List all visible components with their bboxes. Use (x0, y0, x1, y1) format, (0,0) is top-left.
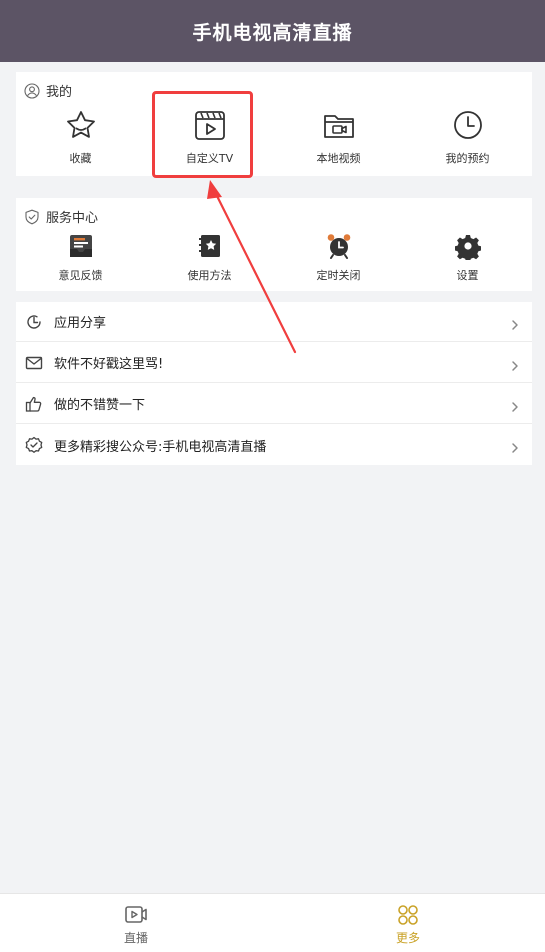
local-video-label: 本地视频 (316, 152, 361, 165)
settings-button[interactable]: 设置 (403, 232, 532, 283)
thumbs-up-icon (25, 395, 43, 413)
badge-check-icon (25, 436, 43, 454)
app-header: 手机电视高清直播 (0, 0, 545, 62)
feedback-mailbox-icon (68, 232, 94, 260)
manual-book-icon (197, 232, 223, 260)
mine-section-header: 我的 (24, 81, 72, 100)
like-row[interactable]: 做的不错赞一下 (16, 384, 532, 424)
chevron-right-icon (510, 357, 520, 371)
service-grid: 意见反馈 使用方法 定时关闭 设置 (16, 232, 532, 283)
service-section-header: 服务中心 (24, 207, 98, 226)
user-icon (24, 82, 40, 99)
tab-more-label: 更多 (395, 931, 420, 945)
shield-check-icon (24, 209, 40, 225)
sleep-timer-label: 定时关闭 (316, 269, 361, 282)
my-reservations-label: 我的预约 (445, 152, 490, 165)
chevron-right-icon (510, 316, 520, 330)
share-app-row[interactable]: 应用分享 (16, 302, 532, 342)
tv-play-icon (124, 904, 148, 926)
grid-circles-icon (396, 904, 420, 926)
settings-label: 设置 (456, 269, 479, 282)
like-label: 做的不错赞一下 (54, 398, 146, 413)
feedback-button[interactable]: 意见反馈 (16, 232, 145, 283)
instructions-button[interactable]: 使用方法 (145, 232, 274, 283)
tab-live[interactable]: 直播 (0, 894, 272, 952)
service-section: 服务中心 意见反馈 使用方法 定时关闭 设置 (16, 198, 532, 291)
options-list: 应用分享 软件不好戳这里骂! 做的不错赞一下 更多精彩搜公众号:手机电视高清直播 (16, 302, 532, 465)
folder-video-icon (322, 108, 356, 142)
bottom-tab-bar: 直播 更多 (0, 893, 545, 952)
favorites-label: 收藏 (69, 152, 92, 165)
alarm-clock-icon (326, 232, 352, 260)
highlight-box (152, 91, 253, 178)
complain-row[interactable]: 软件不好戳这里骂! (16, 343, 532, 383)
gear-icon (454, 232, 481, 260)
mine-grid: 收藏 自定义TV 本地视频 我的预约 (16, 108, 532, 166)
share-app-label: 应用分享 (54, 316, 107, 331)
clock-icon (451, 108, 485, 142)
service-section-title: 服务中心 (46, 211, 99, 226)
instructions-label: 使用方法 (187, 269, 232, 282)
favorites-button[interactable]: 收藏 (16, 108, 145, 166)
mine-section-title: 我的 (46, 85, 73, 100)
tab-more[interactable]: 更多 (272, 894, 544, 952)
my-reservations-button[interactable]: 我的预约 (403, 108, 532, 166)
tab-live-label: 直播 (123, 931, 148, 945)
star-icon (64, 108, 98, 142)
chevron-right-icon (510, 439, 520, 453)
wechat-account-label: 更多精彩搜公众号:手机电视高清直播 (54, 439, 267, 455)
feedback-label: 意见反馈 (58, 269, 103, 282)
sleep-timer-button[interactable]: 定时关闭 (274, 232, 403, 283)
local-video-button[interactable]: 本地视频 (274, 108, 403, 166)
chevron-right-icon (510, 398, 520, 412)
mine-section: 我的 收藏 自定义TV 本地视频 我的预约 (16, 72, 532, 176)
mail-icon (25, 354, 43, 372)
complain-label: 软件不好戳这里骂! (54, 357, 164, 372)
wechat-account-row[interactable]: 更多精彩搜公众号:手机电视高清直播 (16, 425, 532, 465)
app-title: 手机电视高清直播 (192, 21, 353, 44)
refresh-share-icon (25, 313, 43, 331)
